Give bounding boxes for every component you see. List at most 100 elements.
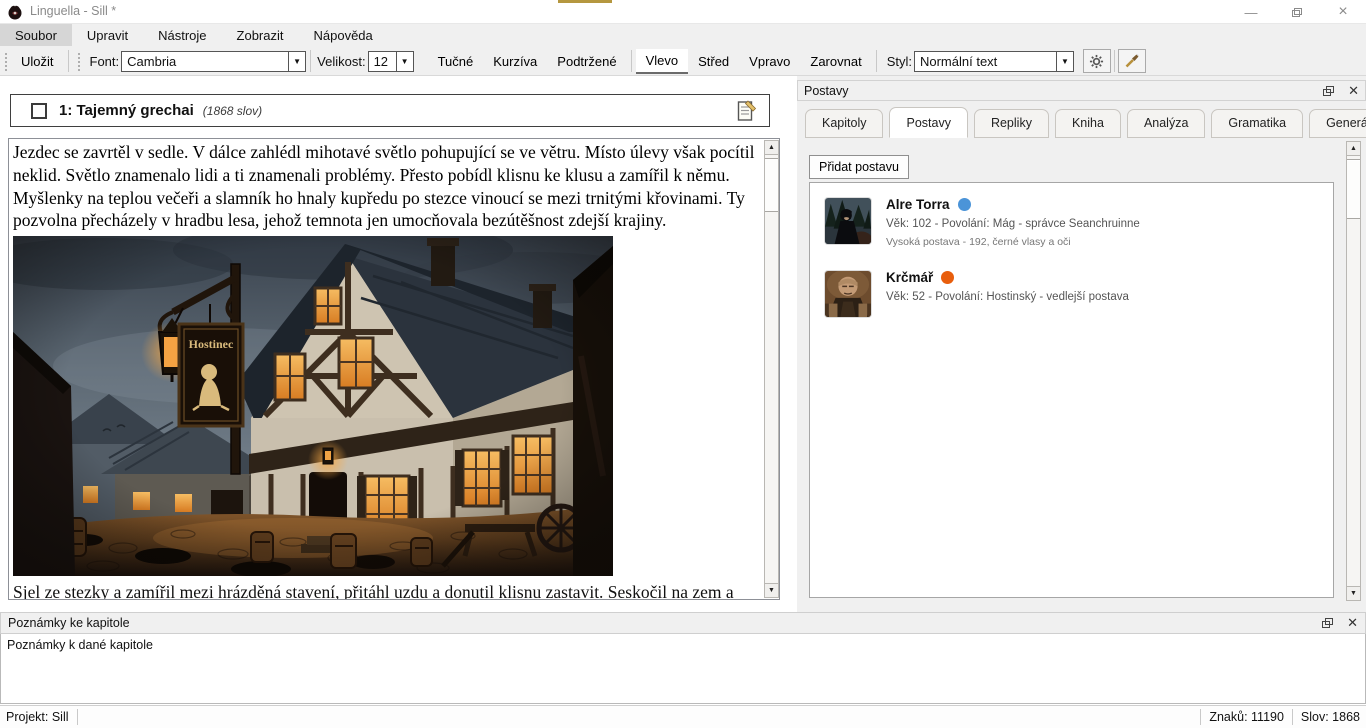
- menu-item-zobrazit[interactable]: Zobrazit: [222, 24, 299, 46]
- notes-panel-header[interactable]: Poznámky ke kapitole ✕: [0, 612, 1366, 634]
- character-details: Věk: 102 - Povolání: Mág - správce Seanc…: [886, 218, 1140, 230]
- style-select-value: Normální text: [920, 54, 997, 69]
- chevron-down-icon: ▼: [288, 52, 305, 71]
- character-status-dot: [958, 198, 971, 211]
- characters-panel: Postavy ✕ KapitolyPostavyReplikyKnihaAna…: [797, 76, 1366, 612]
- toolbar-drag-handle[interactable]: [3, 51, 8, 71]
- toolbar: Uložit Font: Cambria ▼ Velikost: 12 ▼ Tu…: [0, 47, 1366, 76]
- save-button[interactable]: Uložit: [11, 50, 64, 73]
- menu-item-upravit[interactable]: Upravit: [72, 24, 143, 46]
- status-bar: Projekt: Sill Znaků: 11190 Slov: 1868: [0, 705, 1366, 728]
- size-select-value: 12: [374, 54, 388, 69]
- character-details: Věk: 52 - Povolání: Hostinský - vedlejší…: [886, 291, 1129, 303]
- text-editor[interactable]: Jezdec se zavrtěl v sedle. V dálce zahlé…: [8, 138, 780, 600]
- size-select[interactable]: 12 ▼: [368, 51, 414, 72]
- status-separator: [77, 709, 78, 725]
- chapter-header: 1: Tajemný grechai (1868 slov): [10, 94, 770, 127]
- scroll-up-arrow[interactable]: ▲: [765, 141, 778, 155]
- format-brush-icon: [1124, 53, 1140, 69]
- status-char-count: Znaků: 11190: [1207, 710, 1286, 724]
- menu-item-soubor[interactable]: Soubor: [0, 24, 72, 46]
- character-name: Krčmář: [886, 270, 933, 285]
- editor-paragraph: Jezdec se zavrtěl v sedle. V dálce zahlé…: [13, 141, 761, 232]
- scroll-thumb[interactable]: [765, 158, 778, 212]
- panel-header[interactable]: Postavy ✕: [797, 80, 1366, 101]
- scroll-down-arrow[interactable]: ▼: [1347, 586, 1360, 600]
- character-name: Alre Torra: [886, 197, 950, 212]
- status-separator: [1292, 709, 1293, 725]
- tab-kapitoly[interactable]: Kapitoly: [805, 109, 883, 138]
- toolbar-separator: [1114, 50, 1115, 72]
- align-left-button[interactable]: Vlevo: [636, 49, 689, 74]
- app-window: Linguella - Sill * — × SouborUpravitNást…: [0, 0, 1366, 728]
- menu-bar: SouborUpravitNástrojeZobrazitNápověda: [0, 24, 1366, 47]
- scroll-down-arrow[interactable]: ▼: [765, 583, 778, 597]
- italic-button[interactable]: Kurzíva: [483, 50, 547, 73]
- notes-float-icon[interactable]: [1322, 618, 1333, 628]
- format-brush-button[interactable]: [1118, 49, 1146, 73]
- settings-button[interactable]: [1083, 49, 1111, 73]
- font-select[interactable]: Cambria ▼: [121, 51, 306, 72]
- panel-tabs: KapitolyPostavyReplikyKnihaAnalýzaGramat…: [805, 107, 1366, 138]
- menu-item-nastroje[interactable]: Nástroje: [143, 24, 221, 46]
- toolbar-separator: [310, 50, 311, 72]
- character-status-dot: [941, 271, 954, 284]
- panel-close-icon[interactable]: ✕: [1348, 86, 1359, 96]
- tab-repliky[interactable]: Repliky: [974, 109, 1049, 138]
- character-description: Vysoká postava - 192, černé vlasy a oči: [886, 236, 1140, 248]
- editor-partial-line: Sjel ze stezky a zamířil mezi hrázděná s…: [13, 581, 761, 600]
- align-center-button[interactable]: Střed: [688, 50, 739, 73]
- document-edit-icon: [737, 100, 757, 122]
- notes-textarea[interactable]: Poznámky k dané kapitole: [0, 634, 1366, 704]
- toolbar-drag-handle[interactable]: [76, 51, 81, 71]
- tab-analyza[interactable]: Analýza: [1127, 109, 1205, 138]
- font-select-value: Cambria: [127, 54, 176, 69]
- chevron-down-icon: ▼: [1056, 52, 1073, 71]
- tab-postavy[interactable]: Postavy: [889, 107, 967, 138]
- notes-panel: Poznámky ke kapitole ✕ Poznámky k dané k…: [0, 612, 1366, 705]
- align-justify-button[interactable]: Zarovnat: [800, 50, 871, 73]
- chevron-down-icon: ▼: [396, 52, 413, 71]
- style-select[interactable]: Normální text ▼: [914, 51, 1074, 72]
- tab-gramatika[interactable]: Gramatika: [1211, 109, 1303, 138]
- gold-accent-strip: [558, 0, 612, 3]
- character-list: Alre Torra Věk: 102 - Povolání: Mág - sp…: [809, 182, 1334, 598]
- restore-icon: [1292, 8, 1302, 17]
- chapter-checkbox[interactable]: [31, 103, 47, 119]
- toolbar-separator: [876, 50, 877, 72]
- panel-scrollbar[interactable]: ▲ ▼: [1346, 141, 1361, 601]
- scroll-thumb[interactable]: [1347, 159, 1360, 219]
- notes-close-icon[interactable]: ✕: [1347, 618, 1358, 628]
- character-card[interactable]: Alre Torra Věk: 102 - Povolání: Mág - sp…: [810, 183, 1333, 256]
- panel-float-icon[interactable]: [1323, 86, 1334, 96]
- notes-panel-title: Poznámky ke kapitole: [8, 616, 130, 630]
- restore-button[interactable]: [1274, 0, 1320, 24]
- menu-item-napoveda[interactable]: Nápověda: [299, 24, 388, 46]
- character-avatar: [824, 270, 872, 318]
- toolbar-separator: [631, 50, 632, 72]
- title-bar: Linguella - Sill * — ×: [0, 0, 1366, 24]
- panel-title: Postavy: [804, 84, 848, 98]
- scroll-up-arrow[interactable]: ▲: [1347, 142, 1360, 156]
- tab-generator[interactable]: Generátor: [1309, 109, 1366, 138]
- editor-scrollbar[interactable]: ▲ ▼: [764, 140, 779, 598]
- tab-kniha[interactable]: Kniha: [1055, 109, 1121, 138]
- tavern-illustration: Hostinec: [13, 236, 613, 576]
- bold-button[interactable]: Tučné: [428, 50, 484, 73]
- status-project: Projekt: Sill: [4, 710, 71, 724]
- chapter-word-count: (1868 slov): [203, 104, 262, 118]
- character-avatar: [824, 197, 872, 245]
- chapter-notes-button[interactable]: [737, 100, 757, 122]
- status-word-count: Slov: 1868: [1299, 710, 1362, 724]
- style-label: Styl:: [887, 54, 912, 69]
- align-right-button[interactable]: Vpravo: [739, 50, 800, 73]
- chapter-title: 1: Tajemný grechai: [59, 102, 194, 119]
- minimize-button[interactable]: —: [1228, 0, 1274, 24]
- add-character-button[interactable]: Přidat postavu: [809, 155, 909, 179]
- gear-icon: [1089, 54, 1104, 69]
- underline-button[interactable]: Podtržené: [547, 50, 626, 73]
- app-logo-icon: [7, 4, 23, 20]
- close-button[interactable]: ×: [1320, 0, 1366, 24]
- window-title: Linguella - Sill *: [30, 4, 116, 18]
- character-card[interactable]: Krčmář Věk: 52 - Povolání: Hostinský - v…: [810, 256, 1333, 326]
